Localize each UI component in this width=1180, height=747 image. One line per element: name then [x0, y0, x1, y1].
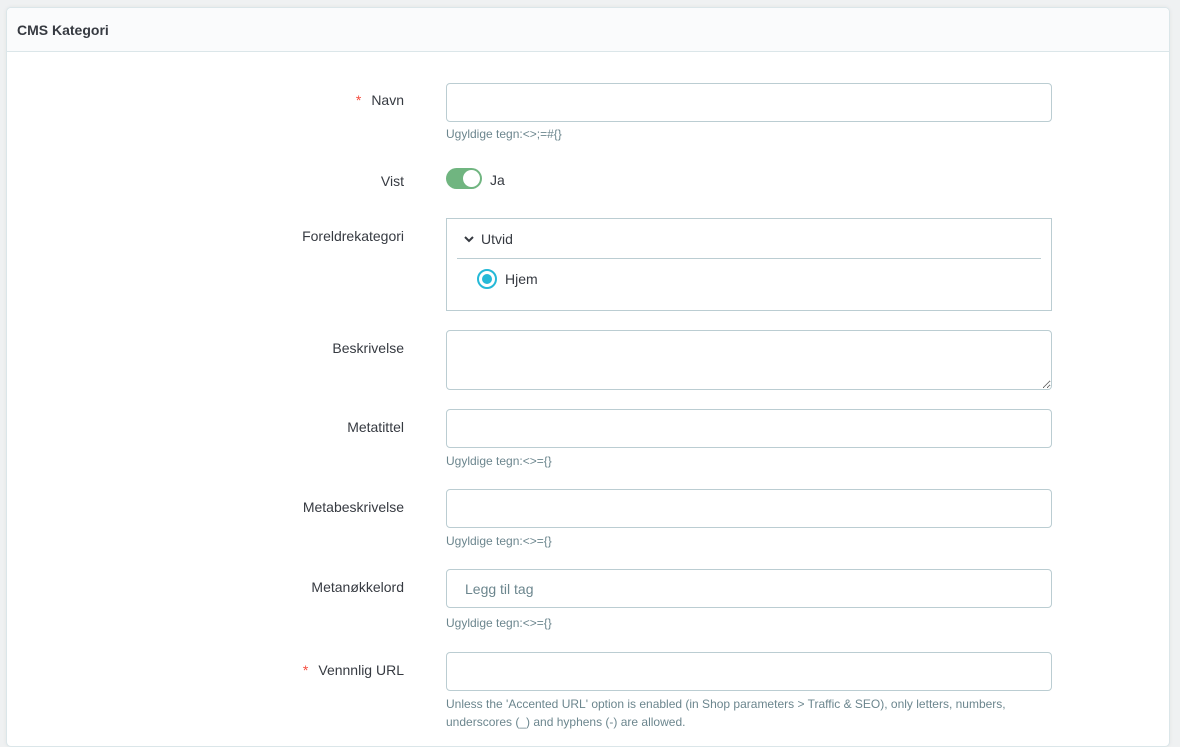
radio-selected-icon[interactable]: [477, 269, 497, 289]
meta-title-hint: Ugyldige tegn:<>={}: [446, 454, 552, 468]
name-label: * Navn: [355, 92, 404, 108]
meta-description-input[interactable]: [446, 489, 1052, 528]
meta-keywords-tag-input[interactable]: [446, 569, 1052, 608]
friendly-url-label: * Vennnlig URL: [302, 662, 404, 678]
name-hint: Ugyldige tegn:<>;=#{}: [446, 127, 562, 141]
toggle-knob: [463, 170, 480, 187]
card-title: CMS Kategori: [17, 21, 109, 38]
parent-category-label: Foreldrekategori: [302, 228, 404, 244]
category-tree: Utvid Hjem: [446, 218, 1052, 311]
displayed-toggle[interactable]: [446, 168, 482, 189]
meta-description-hint: Ugyldige tegn:<>={}: [446, 534, 552, 548]
meta-keywords-hint: Ugyldige tegn:<>={}: [446, 616, 552, 630]
description-textarea[interactable]: [446, 330, 1052, 390]
displayed-state-label: Ja: [490, 172, 505, 188]
meta-title-label: Metatittel: [347, 419, 404, 435]
required-mark: *: [302, 662, 309, 678]
tree-divider: [457, 258, 1041, 259]
meta-title-input[interactable]: [446, 409, 1052, 448]
required-mark: *: [355, 92, 362, 108]
card-header: CMS Kategori: [7, 8, 1169, 52]
name-input[interactable]: [446, 83, 1052, 122]
description-label: Beskrivelse: [332, 340, 404, 356]
expand-label: Utvid: [481, 231, 513, 247]
friendly-url-hint: Unless the 'Accented URL' option is enab…: [446, 697, 1006, 729]
displayed-label: Vist: [380, 173, 404, 189]
tree-item-label: Hjem: [505, 271, 538, 287]
expand-tree-button[interactable]: Utvid: [463, 231, 513, 247]
meta-description-label: Metabeskrivelse: [302, 499, 404, 515]
cms-category-card: CMS Kategori * Navn Ugyldige tegn:<>;=#{}…: [6, 7, 1170, 747]
chevron-down-icon: [464, 236, 474, 243]
friendly-url-input[interactable]: [446, 652, 1052, 691]
tree-item-home[interactable]: Hjem: [477, 269, 538, 289]
meta-keywords-label: Metanøkkelord: [311, 579, 404, 595]
